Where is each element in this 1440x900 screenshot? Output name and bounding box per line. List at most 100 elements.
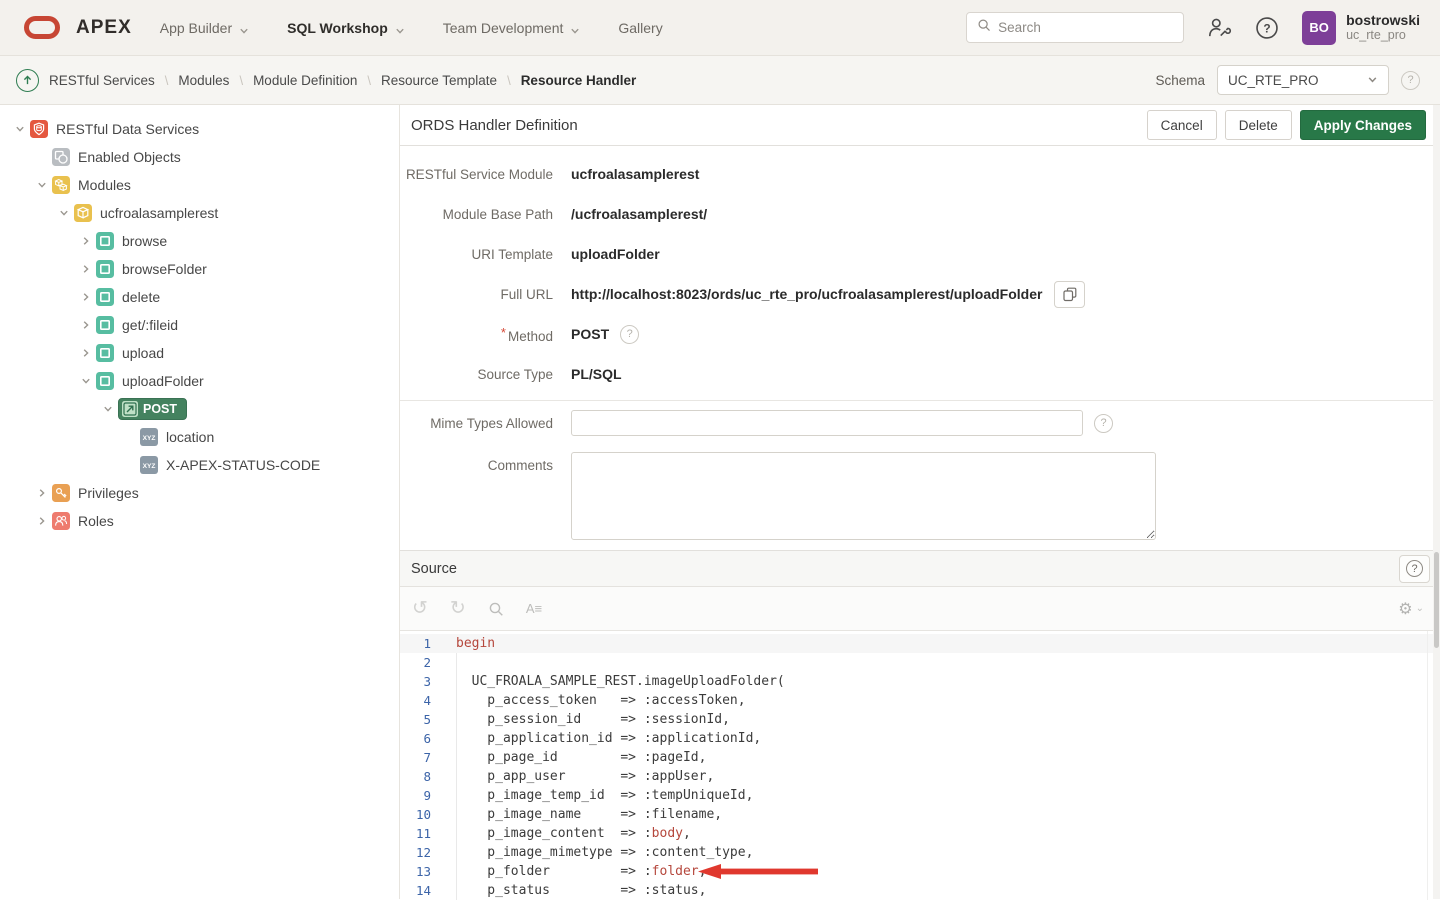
editor-search-icon[interactable] (488, 601, 504, 617)
code-line-12: 12 p_image_mimetype => :content_type, (400, 843, 1440, 862)
avatar: BO (1302, 11, 1336, 45)
schema-label: Schema (1155, 73, 1205, 88)
breadcrumb-separator: \ (165, 73, 169, 88)
required-asterisk: * (501, 325, 506, 340)
editor-toolbar: ↺ ↻ A≡ ⚙⌄ (400, 587, 1440, 631)
tree-node-privileges[interactable]: Privileges (0, 479, 399, 507)
tree-node-post[interactable]: POST (0, 395, 399, 423)
nav-item-sql-workshop[interactable]: SQL Workshop (287, 20, 405, 36)
chevron-down-icon[interactable] (32, 180, 52, 190)
svg-text:XYZ: XYZ (143, 435, 156, 442)
chevron-right-icon[interactable] (76, 348, 96, 358)
page-scrollbar (1433, 105, 1440, 899)
schema-select[interactable]: UC_RTE_PRO (1217, 65, 1389, 95)
mime-help-icon[interactable]: ? (1094, 414, 1113, 433)
restful-services-icon (30, 120, 48, 138)
delete-button[interactable]: Delete (1225, 110, 1292, 140)
undo-icon[interactable]: ↺ (412, 599, 428, 618)
breadcrumb-item[interactable]: Resource Template (381, 73, 497, 88)
tree-node-label: upload (122, 345, 164, 361)
field-help-icon[interactable]: ? (620, 325, 639, 344)
line-number: 8 (400, 767, 440, 786)
nav-item-gallery[interactable]: Gallery (618, 20, 662, 36)
nav-label: Gallery (618, 20, 662, 36)
code-line-14: 14 p_status => :status, (400, 881, 1440, 900)
code-text: p_session_id => :sessionId, (456, 710, 730, 729)
tree-node-restful-data-services[interactable]: RESTful Data Services (0, 115, 399, 143)
breadcrumb-item[interactable]: RESTful Services (49, 73, 155, 88)
top-nav: App Builder SQL Workshop Team Development G… (160, 20, 663, 36)
tree-node-enabled-objects[interactable]: Enabled Objects (0, 143, 399, 171)
chevron-down-icon (1367, 73, 1378, 88)
user-menu[interactable]: BO bostrowski uc_rte_pro (1302, 11, 1420, 45)
privileges-icon (52, 484, 70, 502)
redo-icon[interactable]: ↻ (450, 599, 466, 618)
field-uri-template: URI TemplateuploadFolder (400, 234, 1440, 274)
tree-node-browse[interactable]: browse (0, 227, 399, 255)
user-workspace: uc_rte_pro (1346, 28, 1420, 43)
chevron-down-icon (395, 23, 405, 33)
svg-text:?: ? (1263, 21, 1270, 35)
code-editor[interactable]: 1begin23 UC_FROALA_SAMPLE_REST.imageUplo… (400, 631, 1440, 900)
tree-node-label: Privileges (78, 485, 139, 501)
chevron-down-icon[interactable] (54, 208, 74, 218)
field-label-uri-template: URI Template (400, 247, 553, 262)
chevron-right-icon[interactable] (32, 488, 52, 498)
admin-icon[interactable] (1206, 15, 1232, 41)
chevron-right-icon[interactable] (76, 236, 96, 246)
field-value-module-base-path: /ucfroalasamplerest/ (571, 206, 707, 222)
header-right: ? BO bostrowski uc_rte_pro (966, 11, 1420, 45)
tree-node-roles[interactable]: Roles (0, 507, 399, 535)
field-label-restful-service-module: RESTful Service Module (400, 167, 553, 182)
nav-item-team-development[interactable]: Team Development (443, 20, 581, 36)
tree-node-location[interactable]: XYZlocation (0, 423, 399, 451)
tree-node-uploadfolder[interactable]: uploadFolder (0, 367, 399, 395)
field-label-module-base-path: Module Base Path (400, 207, 553, 222)
editor-right-border (1427, 631, 1428, 900)
tree-node-browsefolder[interactable]: browseFolder (0, 255, 399, 283)
field-full-url: Full URLhttp://localhost:8023/ords/uc_rt… (400, 274, 1440, 314)
line-number: 10 (400, 805, 440, 824)
line-number: 6 (400, 729, 440, 748)
tree-node-x-apex-status-code[interactable]: XYZX-APEX-STATUS-CODE (0, 451, 399, 479)
chevron-down-icon[interactable] (10, 124, 30, 134)
apply-changes-button[interactable]: Apply Changes (1300, 110, 1426, 140)
copy-url-button[interactable] (1054, 281, 1085, 308)
tree-node-delete[interactable]: delete (0, 283, 399, 311)
mime-types-input[interactable] (571, 410, 1083, 436)
chevron-right-icon[interactable] (32, 516, 52, 526)
breadcrumb-item[interactable]: Modules (178, 73, 229, 88)
tree-node-label: get/:fileid (122, 317, 178, 333)
source-help-button[interactable]: ? (1399, 555, 1430, 583)
field-value-restful-service-module: ucfroalasamplerest (571, 166, 699, 182)
cancel-button[interactable]: Cancel (1147, 110, 1217, 140)
settings-gear-icon[interactable]: ⚙⌄ (1398, 599, 1424, 619)
tree-node-ucfroalasamplerest[interactable]: ucfroalasamplerest (0, 199, 399, 227)
code-line-3: 3 UC_FROALA_SAMPLE_REST.imageUploadFolde… (400, 672, 1440, 691)
autocomplete-icon[interactable]: A≡ (526, 602, 542, 615)
tree-node-label: ucfroalasamplerest (100, 205, 218, 221)
code-text: p_page_id => :pageId, (456, 748, 706, 767)
breadcrumb-item[interactable]: Module Definition (253, 73, 357, 88)
code-line-1: 1begin (400, 634, 1440, 653)
comments-textarea[interactable] (571, 452, 1156, 540)
chevron-down-icon[interactable] (76, 376, 96, 386)
field-label-method: *Method (400, 325, 553, 344)
tree-node-modules[interactable]: Modules (0, 171, 399, 199)
chevron-right-icon[interactable] (76, 264, 96, 274)
tree-node-upload[interactable]: upload (0, 339, 399, 367)
global-search (966, 12, 1184, 43)
help-icon[interactable]: ? (1254, 15, 1280, 41)
tree-node-get-fileid[interactable]: get/:fileid (0, 311, 399, 339)
search-input[interactable] (998, 20, 1173, 35)
schema-help-icon[interactable]: ? (1401, 71, 1420, 90)
chevron-down-icon[interactable] (98, 404, 118, 414)
up-level-icon[interactable] (16, 69, 39, 92)
nav-item-app-builder[interactable]: App Builder (160, 20, 249, 36)
nav-label: App Builder (160, 20, 232, 36)
chevron-right-icon[interactable] (76, 320, 96, 330)
chevron-right-icon[interactable] (76, 292, 96, 302)
field-label-source-type: Source Type (400, 367, 553, 382)
scrollbar-thumb[interactable] (1434, 552, 1439, 648)
tree-node-label: X-APEX-STATUS-CODE (166, 457, 320, 473)
